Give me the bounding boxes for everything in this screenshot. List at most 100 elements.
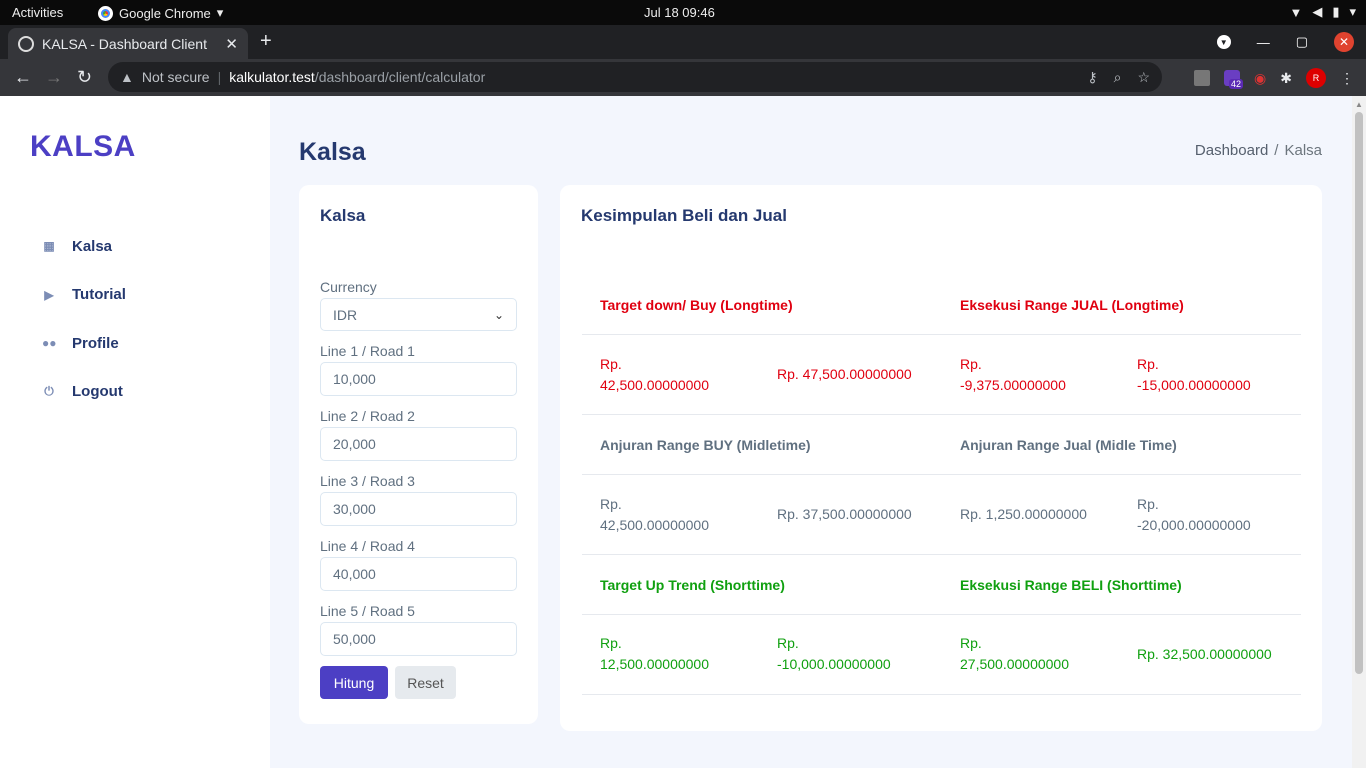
line-4-label: Line 4 / Road 4 bbox=[320, 538, 415, 554]
calculator-icon: ▦ bbox=[43, 239, 55, 254]
not-secure-label[interactable]: Not secure bbox=[142, 69, 210, 85]
sidebar-item-label: Tutorial bbox=[72, 286, 126, 304]
browser-tab[interactable]: KALSA - Dashboard Client ✕ bbox=[8, 28, 248, 59]
activities-button[interactable]: Activities bbox=[12, 5, 63, 20]
new-tab-button[interactable]: + bbox=[260, 30, 272, 53]
value-cell: Rp. 47,500.00000000 bbox=[777, 366, 912, 382]
devtools-extension-icon[interactable] bbox=[1194, 70, 1211, 86]
forward-icon[interactable]: → bbox=[45, 67, 63, 88]
summary-table: Target down/ Buy (Longtime) Eksekusi Ran… bbox=[582, 275, 1301, 695]
power-icon: ⏻ bbox=[44, 384, 54, 399]
tab-search-icon[interactable]: ▼ bbox=[1216, 35, 1231, 49]
form-card-title: Kalsa bbox=[320, 206, 366, 225]
brand-logo[interactable]: KALSA bbox=[30, 130, 136, 164]
window-controls: ▼ — ▢ ✕ bbox=[1216, 32, 1354, 52]
sidebar-item-profile[interactable]: ●● Profile bbox=[42, 319, 126, 368]
line-3-label: Line 3 / Road 3 bbox=[320, 473, 415, 489]
tab-title: KALSA - Dashboard Client bbox=[42, 35, 207, 52]
header-cell-left: Target Up Trend (Shorttime) bbox=[600, 577, 785, 593]
puzzle-icon[interactable]: ✱ bbox=[1280, 70, 1292, 87]
sidebar-item-label: Logout bbox=[72, 383, 123, 401]
sidebar: KALSA ▦ Kalsa ▶ Tutorial ●● Profile ⏻ Lo… bbox=[0, 96, 270, 768]
profile-avatar-icon[interactable]: R bbox=[1306, 68, 1326, 88]
header-cell-left: Anjuran Range BUY (Midletime) bbox=[600, 437, 811, 453]
sidebar-item-label: Profile bbox=[72, 334, 119, 352]
wifi-icon: ▼ bbox=[1289, 4, 1303, 20]
header-cell-right: Eksekusi Range JUAL (Longtime) bbox=[960, 297, 1184, 313]
zoom-icon[interactable]: ⌕ bbox=[1114, 69, 1122, 86]
minimize-button[interactable]: — bbox=[1257, 35, 1270, 50]
chevron-down-icon: ⌄ bbox=[493, 307, 504, 322]
video-icon: ▶ bbox=[44, 287, 54, 302]
summary-card: Kesimpulan Beli dan Jual Target down/ Bu… bbox=[560, 185, 1322, 731]
divider: | bbox=[217, 69, 222, 85]
table-header-row: Anjuran Range BUY (Midletime) Anjuran Ra… bbox=[582, 415, 1301, 475]
reload-icon[interactable]: ↻ bbox=[77, 67, 92, 88]
eye-off-extension-icon[interactable]: ◉ bbox=[1254, 70, 1266, 87]
system-tray[interactable]: ▼ ◀ ▮ ▾ bbox=[1289, 4, 1356, 20]
line-2-input[interactable]: 20,000 bbox=[320, 427, 517, 461]
browser-toolbar: ← → ↻ ▲ Not secure | kalkulator.test/das… bbox=[0, 59, 1366, 96]
key-icon[interactable]: ⚷ bbox=[1087, 69, 1097, 86]
warning-icon[interactable]: ▲ bbox=[120, 69, 134, 85]
sidebar-item-logout[interactable]: ⏻ Logout bbox=[42, 368, 126, 417]
address-bar[interactable]: ▲ Not secure | kalkulator.test/dashboard… bbox=[108, 62, 1162, 92]
extension-badge-count: 42 bbox=[1229, 79, 1244, 89]
value-cell: Rp. -15,000.00000000 bbox=[1137, 356, 1251, 393]
sidebar-item-kalsa[interactable]: ▦ Kalsa bbox=[42, 222, 126, 271]
web-page: KALSA ▦ Kalsa ▶ Tutorial ●● Profile ⏻ Lo… bbox=[0, 96, 1352, 768]
value-cell: Rp. 1,250.00000000 bbox=[960, 506, 1087, 522]
sidebar-item-tutorial[interactable]: ▶ Tutorial bbox=[42, 271, 126, 320]
system-top-bar: Activities Google Chrome ▾ Jul 18 09:46 … bbox=[0, 0, 1366, 25]
value-cell: Rp. 37,500.00000000 bbox=[777, 506, 912, 522]
maximize-button[interactable]: ▢ bbox=[1296, 34, 1308, 50]
value-cell: Rp. 27,500.00000000 bbox=[960, 635, 1069, 672]
value-cell: Rp. -9,375.00000000 bbox=[960, 356, 1066, 393]
extensions-area: 42 ◉ ✱ R ⋮ bbox=[1194, 68, 1354, 89]
line-5-input[interactable]: 50,000 bbox=[320, 622, 517, 656]
line-3-input[interactable]: 30,000 bbox=[320, 492, 517, 526]
users-icon: ●● bbox=[42, 336, 57, 351]
extension-badge-icon[interactable]: 42 bbox=[1224, 70, 1244, 89]
currency-value: IDR bbox=[333, 306, 358, 323]
value-cell: Rp. -20,000.00000000 bbox=[1137, 496, 1251, 533]
line-4-input[interactable]: 40,000 bbox=[320, 557, 517, 591]
scroll-up-icon[interactable]: ▲ bbox=[1355, 100, 1363, 109]
line-1-label: Line 1 / Road 1 bbox=[320, 343, 415, 359]
line-5-label: Line 5 / Road 5 bbox=[320, 603, 415, 619]
back-icon[interactable]: ← bbox=[14, 67, 32, 88]
clock[interactable]: Jul 18 09:46 bbox=[644, 5, 715, 20]
reset-button[interactable]: Reset bbox=[395, 666, 456, 699]
chrome-icon bbox=[98, 5, 113, 21]
summary-card-title: Kesimpulan Beli dan Jual bbox=[581, 206, 787, 225]
caret-down-icon: ▾ bbox=[1349, 4, 1356, 19]
breadcrumb-separator: / bbox=[1274, 142, 1279, 159]
header-cell-left: Target down/ Buy (Longtime) bbox=[600, 297, 793, 313]
app-menu[interactable]: Google Chrome ▾ bbox=[98, 5, 223, 21]
tab-strip: KALSA - Dashboard Client ✕ bbox=[0, 25, 1366, 59]
breadcrumb: Dashboard / Kalsa bbox=[1195, 142, 1322, 159]
url-host[interactable]: kalkulator.test bbox=[229, 69, 315, 85]
star-icon[interactable]: ☆ bbox=[1137, 69, 1150, 86]
value-cell: Rp. 12,500.00000000 bbox=[600, 635, 709, 672]
page-scrollbar[interactable]: ▲ bbox=[1352, 96, 1366, 768]
close-tab-icon[interactable]: ✕ bbox=[225, 35, 238, 53]
table-row: Rp. 12,500.00000000 Rp. -10,000.00000000 R… bbox=[582, 615, 1301, 695]
table-header-row: Target down/ Buy (Longtime) Eksekusi Ran… bbox=[582, 275, 1301, 335]
header-cell-right: Anjuran Range Jual (Midle Time) bbox=[960, 437, 1177, 453]
url-path[interactable]: /dashboard/client/calculator bbox=[315, 69, 485, 85]
kebab-menu-icon[interactable]: ⋮ bbox=[1340, 70, 1354, 87]
breadcrumb-current: Kalsa bbox=[1284, 142, 1322, 159]
currency-label: Currency bbox=[320, 279, 377, 295]
scrollbar-thumb[interactable] bbox=[1355, 112, 1363, 674]
breadcrumb-dashboard-link[interactable]: Dashboard bbox=[1195, 142, 1268, 159]
hitung-button[interactable]: Hitung bbox=[320, 666, 388, 699]
value-cell: Rp. -10,000.00000000 bbox=[777, 635, 891, 672]
sidebar-menu: ▦ Kalsa ▶ Tutorial ●● Profile ⏻ Logout bbox=[42, 222, 126, 416]
battery-icon: ▮ bbox=[1332, 4, 1340, 19]
currency-select[interactable]: IDR ⌄ bbox=[320, 298, 517, 331]
line-1-input[interactable]: 10,000 bbox=[320, 362, 517, 396]
close-window-button[interactable]: ✕ bbox=[1334, 32, 1354, 52]
page-title: Kalsa bbox=[299, 138, 366, 166]
table-header-row: Target Up Trend (Shorttime) Eksekusi Ran… bbox=[582, 555, 1301, 615]
